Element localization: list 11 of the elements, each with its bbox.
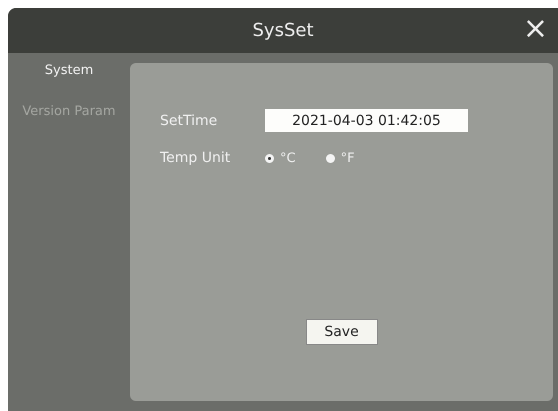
time-field[interactable]: 2021-04-03 01:42:05	[265, 109, 468, 132]
field-label: Temp Unit	[160, 150, 232, 166]
sidebar-item[interactable]: System	[44, 63, 94, 78]
radio-button[interactable]	[265, 154, 274, 162]
option-label: °C	[280, 150, 296, 166]
radio-button[interactable]	[326, 154, 335, 162]
field-label: SetTime	[160, 112, 218, 128]
window-title: SysSet	[252, 20, 314, 41]
save-button[interactable]: Save	[306, 319, 378, 345]
option-label: °F	[340, 150, 355, 166]
close-button[interactable]: ×	[518, 14, 552, 44]
